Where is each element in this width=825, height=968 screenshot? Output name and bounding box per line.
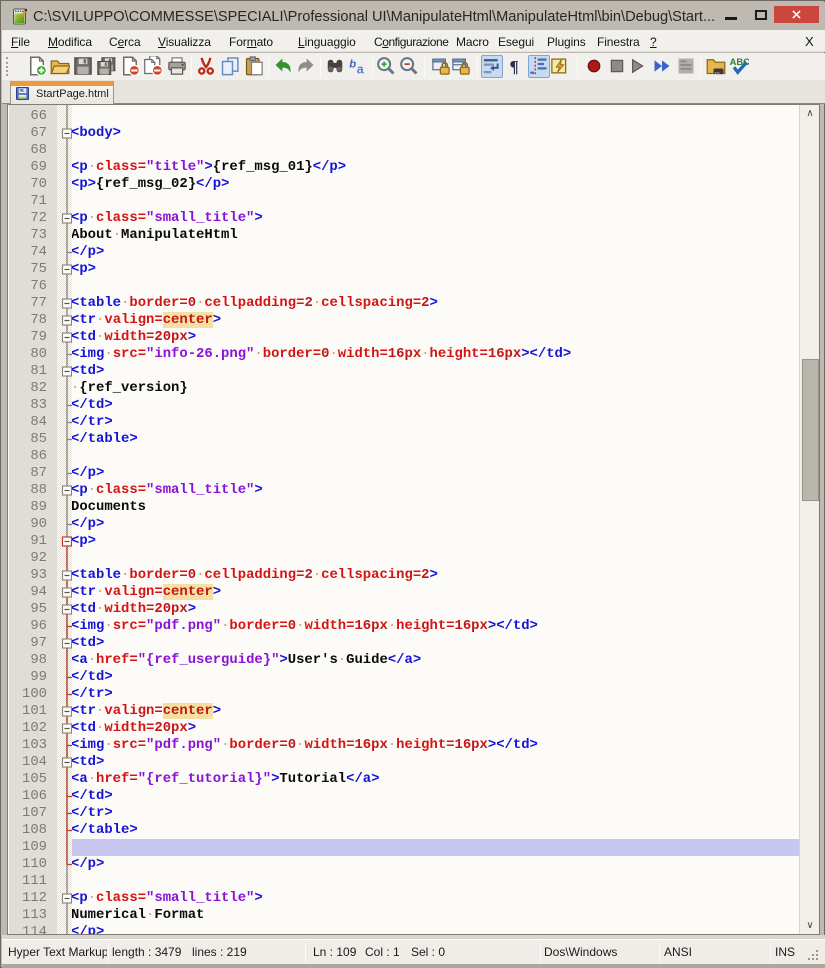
svg-text:ABC: ABC xyxy=(730,57,749,67)
svg-text:b: b xyxy=(349,58,356,70)
svg-text:...: ... xyxy=(715,69,720,76)
svg-text:¶: ¶ xyxy=(510,57,519,76)
svg-text:a: a xyxy=(357,63,365,77)
